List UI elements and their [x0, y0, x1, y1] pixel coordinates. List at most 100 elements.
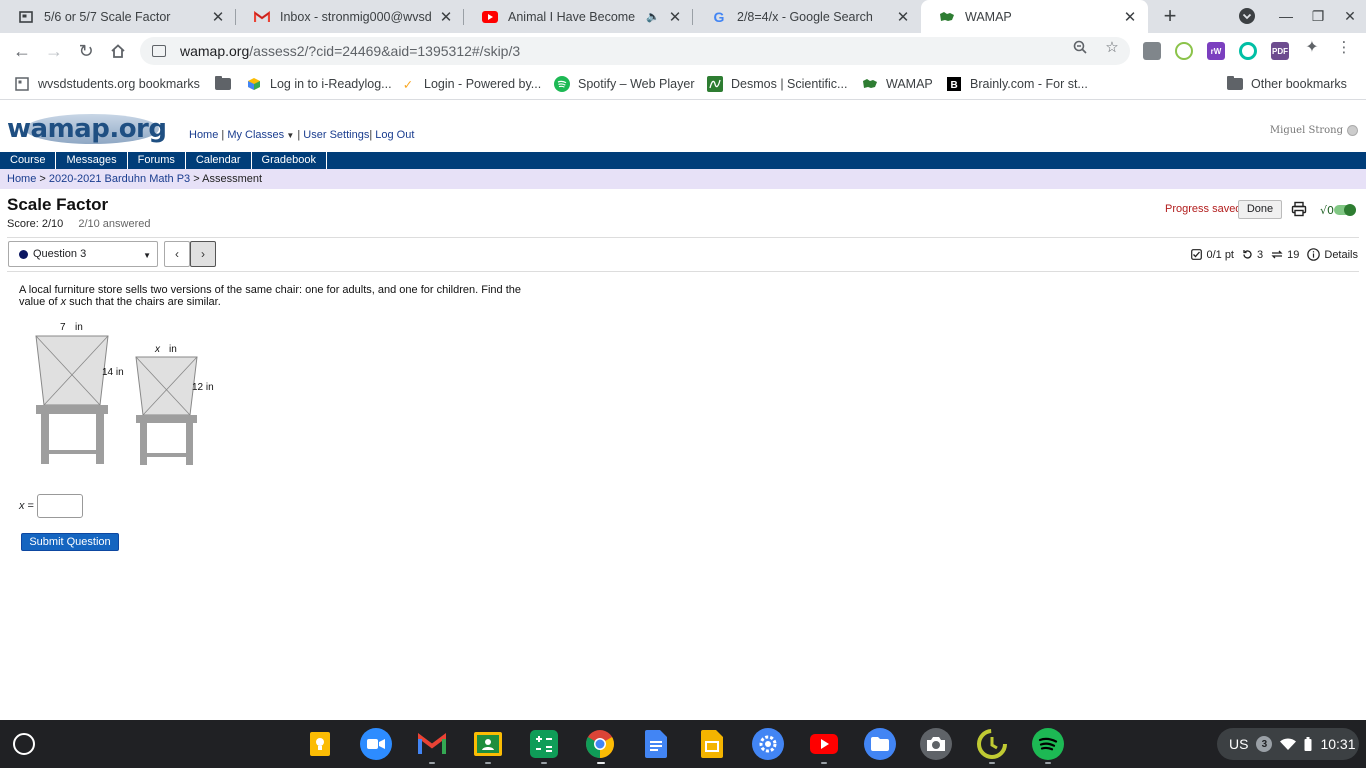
bookmark-wamap[interactable]: WAMAP — [862, 75, 933, 93]
page-title: Scale Factor — [7, 195, 109, 214]
nav-log-out[interactable]: Log Out — [375, 129, 414, 141]
question-info: 0/1 pt 3 19 Details — [1191, 248, 1358, 261]
tab-search-icon[interactable] — [1236, 6, 1258, 26]
extension-circle-icon[interactable] — [1175, 42, 1193, 60]
bookmark-spotify[interactable]: Spotify – Web Player — [554, 75, 695, 93]
close-icon[interactable]: ✕ — [438, 9, 454, 26]
submit-question-button[interactable]: Submit Question — [21, 533, 119, 551]
close-icon[interactable]: ✕ — [1122, 9, 1138, 26]
slides-app-icon[interactable] — [696, 728, 728, 760]
site-info-icon[interactable] — [152, 45, 166, 57]
bookmark-desmos[interactable]: Desmos | Scientific... — [707, 75, 847, 93]
nav-user-settings[interactable]: User Settings — [303, 129, 369, 141]
close-icon[interactable]: ✕ — [667, 9, 683, 26]
caret-down-icon[interactable]: ▼ — [284, 131, 294, 140]
nav-my-classes[interactable]: My Classes — [227, 129, 284, 141]
divider — [7, 271, 1359, 272]
question-select[interactable]: Question 3 ▼ — [8, 241, 158, 267]
bookmark-label: Log in to i-Readylog... — [270, 77, 392, 91]
next-question-button[interactable]: › — [190, 241, 216, 267]
launcher-icon[interactable] — [13, 733, 35, 755]
bookmark-wvsd[interactable]: wvsdstudents.org bookmarks — [14, 75, 200, 93]
gmail-app-icon[interactable] — [416, 728, 448, 760]
restore-icon[interactable]: ❐ — [1307, 6, 1329, 26]
classroom-app-icon[interactable] — [472, 728, 504, 760]
breadcrumb-course[interactable]: 2020-2021 Barduhn Math P3 — [49, 173, 190, 185]
zoom-icon[interactable] — [1070, 39, 1090, 55]
menu-forums[interactable]: Forums — [128, 152, 186, 169]
extension-pdf-icon[interactable]: PDF — [1271, 42, 1289, 60]
tab-gmail[interactable]: Inbox - stronmig000@wvsdstu ✕ — [236, 0, 464, 33]
running-indicator — [485, 762, 491, 764]
menu-kebab-icon[interactable]: ⋮ — [1334, 39, 1354, 56]
bookmark-login[interactable]: ✓ Login - Powered by... — [400, 75, 541, 93]
browser-toolbar: ← → ↻ wamap.org/assess2/?cid=24469&aid=1… — [0, 33, 1366, 69]
progress-status: Progress saved — [1165, 203, 1242, 215]
close-icon[interactable]: ✕ — [895, 9, 911, 26]
youtube-icon — [482, 9, 498, 25]
minimize-icon[interactable]: — — [1275, 6, 1297, 26]
bookmark-other[interactable]: Other bookmarks — [1227, 75, 1347, 93]
answer-input[interactable] — [37, 494, 83, 518]
bookmark-label: Other bookmarks — [1251, 77, 1347, 91]
bookmark-brainly[interactable]: B Brainly.com - For st... — [946, 75, 1088, 93]
menu-calendar[interactable]: Calendar — [186, 152, 252, 169]
zoom-app-icon[interactable] — [360, 728, 392, 760]
settings-app-icon[interactable] — [752, 728, 784, 760]
url-host: wamap.org — [180, 43, 250, 59]
close-icon[interactable]: ✕ — [210, 9, 226, 26]
new-tab-button[interactable]: + — [1158, 3, 1182, 28]
doc-icon — [18, 9, 34, 25]
details-link[interactable]: Details — [1324, 249, 1358, 261]
wifi-icon — [1280, 738, 1297, 750]
running-indicator — [821, 762, 827, 764]
extension-copy-icon[interactable] — [1143, 42, 1161, 60]
docs-app-icon[interactable] — [640, 728, 672, 760]
home-icon[interactable] — [106, 39, 130, 63]
breadcrumb-home[interactable]: Home — [7, 173, 36, 185]
tab-youtube[interactable]: Animal I Have Become - Yo 🔈 ✕ — [464, 0, 693, 33]
menu-course[interactable]: Course — [0, 152, 57, 169]
extension-ring-icon[interactable] — [1239, 42, 1257, 60]
chrome-app-icon[interactable] — [584, 728, 616, 760]
iready-icon — [246, 76, 262, 92]
wamap-logo[interactable]: wamap.org — [7, 112, 167, 146]
sheets-calculator-app-icon[interactable] — [528, 728, 560, 760]
menu-gradebook[interactable]: Gradebook — [252, 152, 327, 169]
user-menu[interactable]: Miguel Strong — [1270, 125, 1358, 136]
running-indicator — [541, 762, 547, 764]
math-entry-toggle[interactable]: √0 — [1320, 202, 1358, 218]
keep-app-icon[interactable] — [304, 728, 336, 760]
tab-title: Animal I Have Become - Yo — [508, 9, 639, 24]
print-icon[interactable] — [1291, 201, 1307, 217]
bookmark-iready[interactable]: Log in to i-Readylog... — [246, 75, 392, 93]
status-tray[interactable]: US 3 10:31 — [1217, 728, 1359, 760]
camera-app-icon[interactable] — [920, 728, 952, 760]
bookmark-folder[interactable] — [215, 75, 239, 93]
nav-home[interactable]: Home — [189, 129, 218, 141]
tab-scale-factor[interactable]: 5/6 or 5/7 Scale Factor ✕ — [0, 0, 236, 33]
progress-ring-app-icon[interactable] — [976, 728, 1008, 760]
speaker-icon[interactable]: 🔈 — [645, 9, 661, 25]
checkbox-icon — [1191, 249, 1203, 260]
done-button[interactable]: Done — [1238, 200, 1282, 219]
tab-wamap[interactable]: WAMAP ✕ — [921, 0, 1148, 33]
bookmark-star-icon[interactable]: ☆ — [1102, 39, 1122, 56]
address-bar[interactable]: wamap.org/assess2/?cid=24469&aid=1395312… — [140, 37, 1130, 65]
files-app-icon[interactable] — [864, 728, 896, 760]
close-window-icon[interactable]: ✕ — [1339, 6, 1361, 26]
extension-rw-icon[interactable]: rW — [1207, 42, 1225, 60]
reload-icon[interactable]: ↻ — [74, 39, 98, 63]
youtube-app-icon[interactable] — [808, 728, 840, 760]
spotify-app-icon[interactable] — [1032, 728, 1064, 760]
info-icon[interactable] — [1307, 248, 1321, 261]
child-chair — [135, 356, 198, 465]
prev-question-button[interactable]: ‹ — [164, 241, 190, 267]
answer-label: x = — [19, 500, 34, 512]
tab-google-search[interactable]: G 2/8=4/x - Google Search ✕ — [693, 0, 921, 33]
back-icon[interactable]: ← — [10, 39, 34, 63]
menu-messages[interactable]: Messages — [56, 152, 128, 169]
forward-icon[interactable]: → — [42, 39, 66, 63]
caret-down-icon: ▼ — [143, 251, 151, 260]
extensions-puzzle-icon[interactable]: ✦ — [1302, 39, 1322, 56]
